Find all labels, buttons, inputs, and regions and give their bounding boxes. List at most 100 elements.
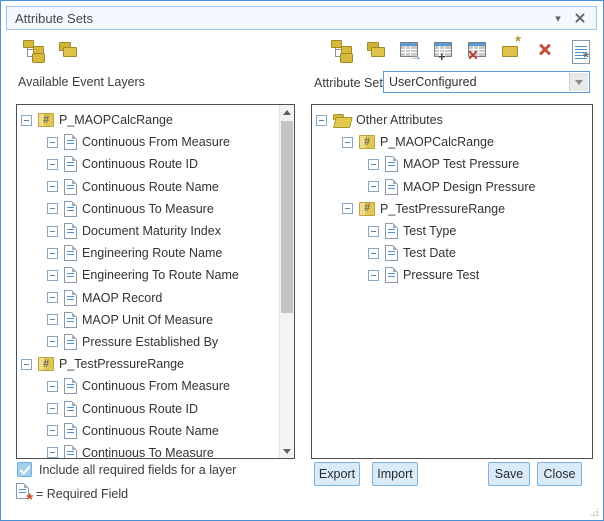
attribute-set-value: UserConfigured: [389, 75, 477, 89]
collapse-minus-icon[interactable]: [342, 137, 353, 148]
collapse-minus-icon[interactable]: [21, 359, 32, 370]
tree-item[interactable]: P_MAOPCalcRange: [17, 109, 279, 131]
tree-folders-icon: [23, 39, 43, 59]
tree-item-label: Engineering Route Name: [82, 246, 222, 260]
tree-item[interactable]: Continuous To Measure: [17, 198, 279, 220]
field-icon: [64, 290, 77, 306]
field-icon: [64, 134, 77, 150]
collapse-minus-icon[interactable]: [47, 159, 58, 170]
tree-item[interactable]: Engineering To Route Name: [17, 264, 279, 286]
tree-item-label: Continuous Route ID: [82, 402, 198, 416]
attribute-set-label: Attribute Set:: [314, 76, 386, 90]
tree-item[interactable]: Continuous To Measure: [17, 442, 279, 458]
collapse-minus-icon[interactable]: [47, 248, 58, 259]
delete-attribute-button[interactable]: [533, 37, 557, 61]
tree-item[interactable]: P_TestPressureRange: [17, 353, 279, 375]
export-button[interactable]: Export: [314, 462, 360, 486]
tree-item-label: Continuous Route Name: [82, 424, 219, 438]
attribute-set-tree[interactable]: Other Attributes P_MAOPCalcRangeMAOP Test…: [312, 105, 592, 458]
vertical-scrollbar[interactable]: [279, 105, 294, 458]
export-attribute-set-button[interactable]: [397, 37, 421, 61]
include-required-fields-checkbox[interactable]: [17, 462, 32, 477]
scroll-down-icon[interactable]: [280, 444, 294, 458]
close-icon[interactable]: [572, 10, 588, 26]
close-button[interactable]: Close: [537, 462, 582, 486]
tree-item[interactable]: Pressure Test: [312, 264, 592, 286]
collapse-minus-icon[interactable]: [47, 314, 58, 325]
tree-item[interactable]: Document Maturity Index: [17, 220, 279, 242]
available-layers-tree[interactable]: P_MAOPCalcRange Continuous From Measure Co…: [17, 105, 279, 458]
collapse-minus-icon[interactable]: [342, 203, 353, 214]
tree-item-label: MAOP Design Pressure: [403, 180, 535, 194]
tree-item[interactable]: Engineering Route Name: [17, 242, 279, 264]
tree-item[interactable]: MAOP Record: [17, 287, 279, 309]
collapse-minus-icon[interactable]: [47, 203, 58, 214]
collapse-minus-icon[interactable]: [47, 226, 58, 237]
tree-item[interactable]: MAOP Test Pressure: [312, 153, 592, 175]
tree-item[interactable]: MAOP Unit Of Measure: [17, 309, 279, 331]
collapse-minus-icon[interactable]: [368, 270, 379, 281]
collapse-minus-icon[interactable]: [47, 137, 58, 148]
tree-item[interactable]: Other Attributes: [312, 109, 592, 131]
remove-attribute-set-button[interactable]: [465, 37, 489, 61]
attribute-set-dropdown[interactable]: UserConfigured: [383, 71, 590, 93]
attribute-set-properties-button[interactable]: [567, 37, 591, 61]
event-layer-icon: [359, 135, 375, 149]
tree-item[interactable]: P_TestPressureRange: [312, 198, 592, 220]
available-layers-panel: P_MAOPCalcRange Continuous From Measure Co…: [16, 104, 295, 459]
field-icon: [64, 245, 77, 261]
collapse-minus-icon[interactable]: [47, 336, 58, 347]
collapse-minus-icon[interactable]: [47, 403, 58, 414]
attribute-sets-dialog: Attribute Sets ▾ Available Event Layers …: [0, 0, 604, 521]
tree-item-label: Continuous From Measure: [82, 135, 230, 149]
tree-item[interactable]: Continuous Route Name: [17, 420, 279, 442]
tree-item[interactable]: Continuous Route Name: [17, 176, 279, 198]
tree-item[interactable]: MAOP Design Pressure: [312, 176, 592, 198]
collapse-minus-icon[interactable]: [368, 248, 379, 259]
tree-item[interactable]: Continuous Route ID: [17, 153, 279, 175]
resize-grip[interactable]: [589, 507, 599, 517]
tree-item[interactable]: Pressure Established By: [17, 331, 279, 353]
collapse-minus-icon[interactable]: [368, 159, 379, 170]
import-button[interactable]: Import: [372, 462, 418, 486]
dropdown-arrow-icon[interactable]: [569, 73, 588, 91]
tree-item[interactable]: Test Type: [312, 220, 592, 242]
add-attribute-set-button[interactable]: [431, 37, 455, 61]
collapse-minus-icon[interactable]: [47, 181, 58, 192]
scrollbar-thumb[interactable]: [281, 121, 293, 313]
tree-item-label: Engineering To Route Name: [82, 268, 239, 282]
tree-item[interactable]: Test Date: [312, 242, 592, 264]
new-attribute-group-button[interactable]: [499, 37, 523, 61]
collapse-minus-icon[interactable]: [47, 447, 58, 458]
expand-attribute-tree-button[interactable]: [329, 37, 353, 61]
collapse-layer-tree-button[interactable]: [55, 37, 79, 61]
tree-item[interactable]: Continuous Route ID: [17, 397, 279, 419]
tree-item-label: P_TestPressureRange: [59, 357, 184, 371]
field-icon: [64, 378, 77, 394]
collapse-minus-icon[interactable]: [21, 115, 32, 126]
tree-item[interactable]: P_MAOPCalcRange: [312, 131, 592, 153]
tree-item[interactable]: Continuous From Measure: [17, 131, 279, 153]
tree-item-label: Other Attributes: [356, 113, 443, 127]
event-layer-icon: [359, 202, 375, 216]
expand-layer-tree-button[interactable]: [21, 37, 45, 61]
field-icon: [64, 445, 77, 458]
tree-item-label: Continuous To Measure: [82, 202, 214, 216]
collapse-minus-icon[interactable]: [47, 292, 58, 303]
collapse-minus-icon[interactable]: [47, 425, 58, 436]
collapse-minus-icon[interactable]: [316, 115, 327, 126]
field-icon: [64, 223, 77, 239]
field-icon: [385, 156, 398, 172]
caret-down-icon[interactable]: ▾: [550, 10, 566, 26]
tree-item[interactable]: Continuous From Measure: [17, 375, 279, 397]
scroll-up-icon[interactable]: [280, 105, 294, 119]
collapse-minus-icon[interactable]: [368, 226, 379, 237]
save-button[interactable]: Save: [488, 462, 530, 486]
collapse-minus-icon[interactable]: [368, 181, 379, 192]
collapse-attribute-tree-button[interactable]: [363, 37, 387, 61]
tree-item-label: MAOP Unit Of Measure: [82, 313, 213, 327]
collapse-minus-icon[interactable]: [47, 270, 58, 281]
table-arrow-icon: [399, 39, 419, 59]
collapse-minus-icon[interactable]: [47, 381, 58, 392]
attribute-set-panel: Other Attributes P_MAOPCalcRangeMAOP Test…: [311, 104, 593, 459]
